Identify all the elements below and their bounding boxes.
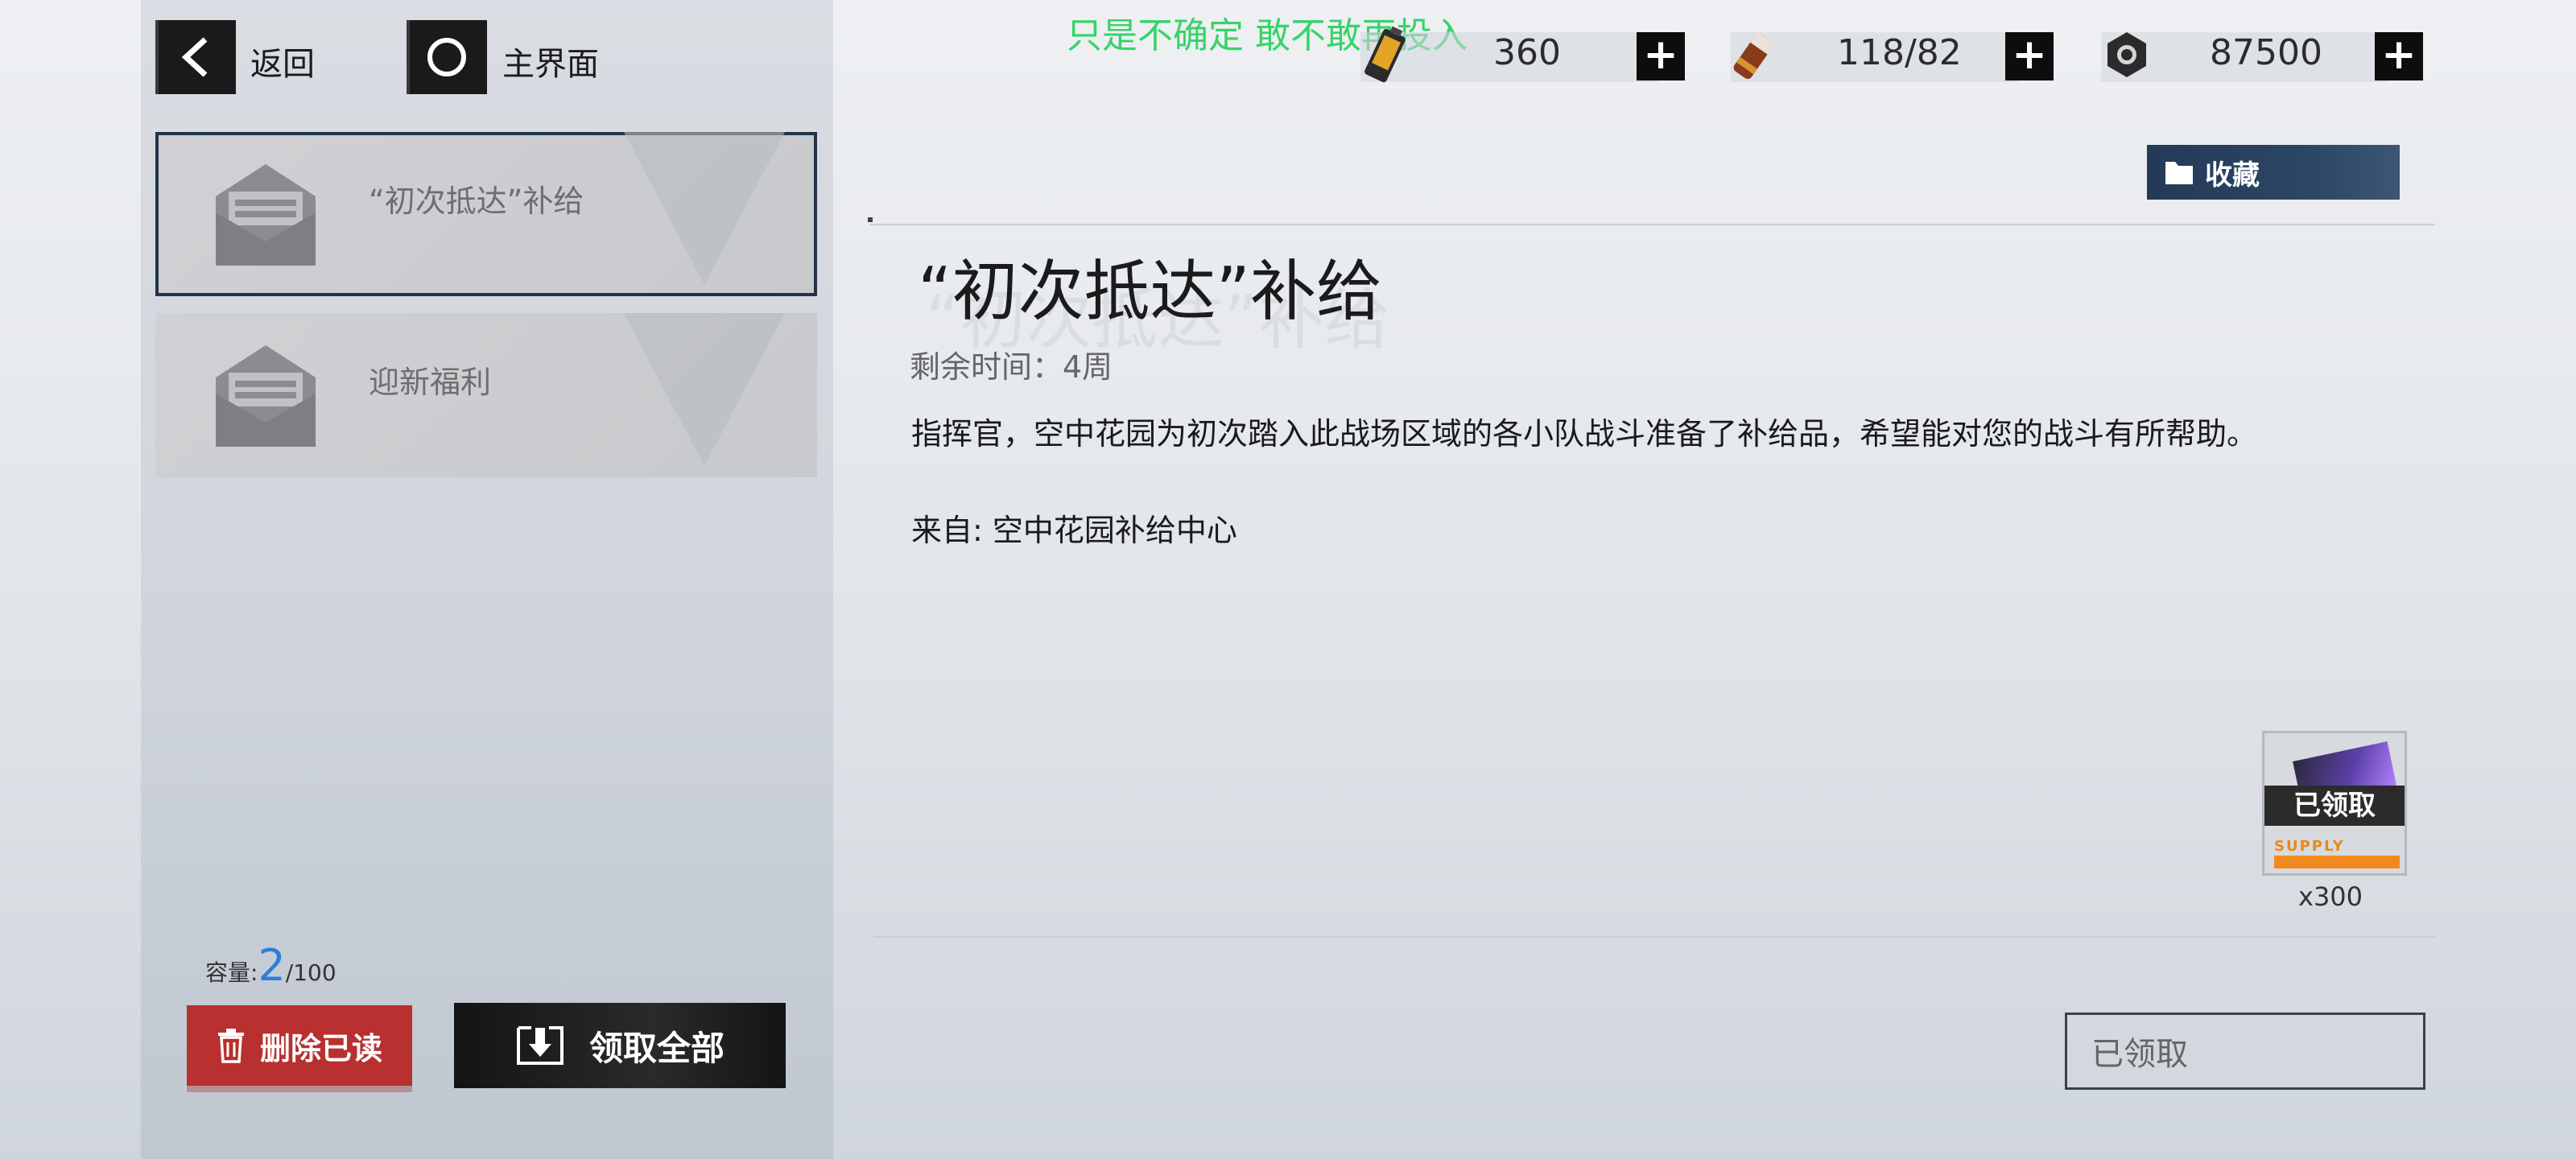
attachment-item[interactable]: 已领取 SUPPLY	[2262, 731, 2407, 876]
attachment-quantity: x300	[2298, 881, 2363, 912]
delete-read-label: 删除已读	[259, 1030, 382, 1066]
capacity-current: 2	[258, 940, 286, 991]
detail-title: “初次抵达”补给	[918, 254, 1382, 330]
remaining-time: 剩余时间：4周	[910, 349, 1113, 385]
delete-read-button[interactable]: 删除已读	[187, 1005, 412, 1086]
ammo-icon	[1733, 31, 1775, 80]
add-coin-button[interactable]: +	[2375, 32, 2423, 80]
back-button[interactable]	[155, 20, 236, 94]
gear-nut-icon	[2107, 32, 2146, 77]
detail-top-divider	[869, 224, 2435, 225]
rarity-stars-bar	[2274, 856, 2400, 868]
home-button[interactable]	[407, 20, 487, 94]
mail-body: 指挥官，空中花园为初次踏入此战场区域的各小队战斗准备了补给品，希望能对您的战斗有…	[911, 416, 2258, 452]
mailbox-capacity: 容量:2/100	[205, 940, 336, 991]
home-label[interactable]: 主界面	[502, 38, 599, 85]
download-icon	[516, 1026, 564, 1065]
detail-bottom-divider	[873, 936, 2435, 938]
mail-item-welcome[interactable]: 迎新福利	[155, 313, 817, 477]
supply-label: SUPPLY	[2274, 838, 2345, 855]
resource-value-battery: 360	[1493, 32, 1561, 73]
envelope-icon	[216, 164, 316, 266]
mail-item-title: 迎新福利	[369, 365, 492, 400]
divider-dot	[868, 217, 873, 222]
resource-value-ammo: 118/82	[1837, 32, 1962, 73]
circle-home-icon	[427, 38, 466, 76]
chevron-left-icon	[181, 37, 208, 77]
favorite-button[interactable]: 收藏	[2147, 145, 2400, 200]
mail-item-title: “初次抵达”补给	[369, 184, 584, 219]
resource-value-coin: 87500	[2210, 32, 2322, 73]
folder-icon	[2165, 162, 2193, 184]
add-battery-button[interactable]: +	[1637, 32, 1685, 80]
claim-all-label: 领取全部	[588, 1028, 724, 1068]
mail-sender: 来自: 空中花园补给中心	[911, 513, 1237, 548]
claim-all-button[interactable]: 领取全部	[454, 1003, 786, 1088]
battery-icon	[1364, 26, 1406, 83]
mail-item-first-arrival[interactable]: “初次抵达”补给	[155, 132, 817, 296]
capacity-max: /100	[285, 959, 336, 986]
mail-item-decoration	[624, 313, 785, 466]
attachment-claimed-ribbon: 已领取	[2264, 786, 2405, 826]
add-ammo-button[interactable]: +	[2005, 32, 2054, 80]
favorite-label: 收藏	[2205, 159, 2260, 192]
back-label[interactable]: 返回	[250, 38, 315, 85]
capacity-label: 容量:	[205, 959, 258, 986]
mail-item-decoration	[624, 132, 785, 285]
trash-icon	[217, 1029, 244, 1063]
envelope-icon	[216, 345, 316, 447]
claimed-button[interactable]: 已领取	[2065, 1013, 2425, 1090]
